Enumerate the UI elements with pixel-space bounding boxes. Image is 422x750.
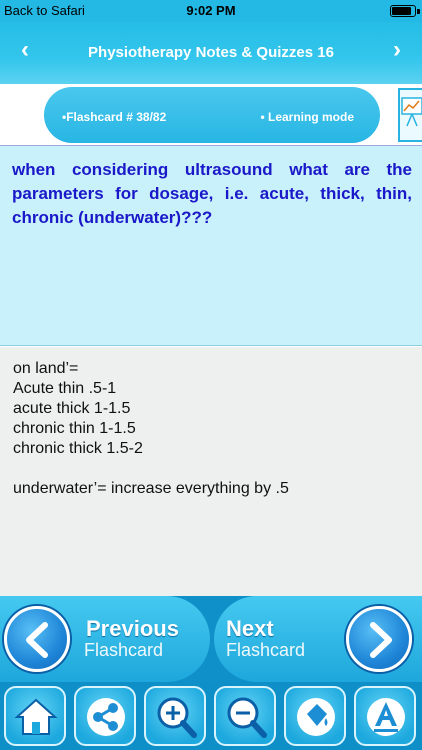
nav-bar: ‹ Physiotherapy Notes & Quizzes 16 › [0, 22, 422, 84]
battery-icon [390, 5, 420, 17]
status-bar: Back to Safari 9:02 PM [0, 0, 422, 22]
paint-bucket-icon [297, 698, 335, 736]
answer-line: underwater’= increase everything by .5 [13, 480, 289, 497]
answer-line [13, 459, 410, 479]
question-text: when considering ultrasound what are the… [12, 160, 412, 227]
home-button[interactable] [4, 686, 66, 746]
previous-sublabel: Flashcard [84, 640, 164, 660]
home-icon [14, 698, 58, 735]
answer-line: chronic thin 1-1.5 [13, 420, 136, 437]
zoom-out-icon [227, 697, 267, 738]
question-panel: when considering ultrasound what are the… [0, 146, 422, 346]
answer-line: chronic thick 1.5-2 [13, 440, 143, 457]
font-size-button[interactable] [354, 686, 416, 746]
chevron-right-icon[interactable]: › [382, 36, 412, 64]
answer-line: Acute thin .5-1 [13, 380, 117, 397]
presentation-icon [398, 88, 422, 142]
previous-label: Previous [86, 616, 179, 641]
zoom-in-button[interactable] [144, 686, 206, 746]
flashcard-nav-bar: Previous Flashcard Next Flashcard [0, 596, 422, 682]
next-label: Next [226, 616, 274, 641]
answer-line: on land’= [13, 360, 79, 377]
status-time: 9:02 PM [186, 3, 236, 18]
info-band: •Flashcard # 38/82 • Learning mode [0, 84, 422, 146]
flashcard-info-pill: •Flashcard # 38/82 • Learning mode [44, 87, 380, 143]
zoom-in-icon [157, 697, 197, 738]
previous-flashcard-button[interactable]: Previous Flashcard [0, 596, 210, 682]
share-icon [87, 698, 125, 736]
share-button[interactable] [74, 686, 136, 746]
mode-label: • Learning mode [260, 110, 354, 124]
chevron-right-icon [346, 606, 412, 672]
chevron-left-icon [4, 606, 70, 672]
bottom-toolbar [0, 682, 422, 750]
answer-panel: on land’= Acute thin .5-1 acute thick 1-… [0, 347, 422, 596]
answer-line: acute thick 1-1.5 [13, 400, 131, 417]
next-sublabel: Flashcard [226, 640, 306, 660]
theme-color-button[interactable] [284, 686, 346, 746]
page-title: Physiotherapy Notes & Quizzes 16 [88, 44, 334, 61]
font-icon [367, 698, 405, 736]
zoom-out-button[interactable] [214, 686, 276, 746]
flashcard-counter: •Flashcard # 38/82 [62, 110, 167, 124]
next-flashcard-button[interactable]: Next Flashcard [214, 596, 422, 682]
